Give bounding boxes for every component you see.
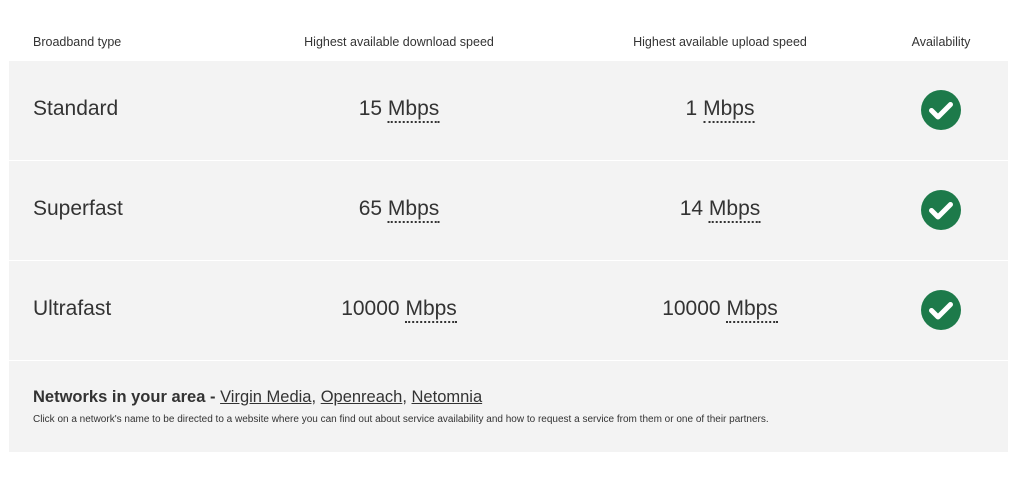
download-value: 10000 — [341, 297, 400, 320]
table-row-superfast: Superfast 65 Mbps 14 Mbps — [9, 161, 1008, 261]
network-link-virgin-media[interactable]: Virgin Media — [220, 388, 311, 406]
unit-abbreviation[interactable]: Mbps — [708, 197, 761, 223]
table-row-standard: Standard 15 Mbps 1 Mbps — [9, 61, 1008, 161]
networks-line: Networks in your area - Virgin Media, Op… — [33, 388, 482, 407]
table-header: Broadband type Highest available downloa… — [9, 0, 1008, 61]
networks-note: Click on a network's name to be directed… — [33, 414, 769, 425]
download-value: 65 — [358, 197, 383, 220]
broadband-availability-panel: Broadband type Highest available downloa… — [9, 0, 1008, 452]
download-speed: 15 Mbps — [358, 97, 440, 123]
unit-abbreviation[interactable]: Mbps — [405, 297, 457, 323]
download-speed: 65 Mbps — [358, 197, 440, 223]
upload-speed: 1 Mbps — [685, 97, 755, 123]
header-upload-speed: Highest available upload speed — [633, 35, 807, 49]
upload-value: 14 — [679, 197, 704, 220]
unit-abbreviation[interactable]: Mbps — [703, 97, 755, 123]
check-circle-icon — [921, 290, 961, 330]
unit-abbreviation[interactable]: Mbps — [387, 97, 440, 123]
broadband-type-label: Standard — [33, 97, 119, 120]
upload-value: 10000 — [662, 297, 721, 320]
check-circle-icon — [921, 90, 961, 130]
upload-speed: 10000 Mbps — [662, 297, 778, 323]
table-row-ultrafast: Ultrafast 10000 Mbps 10000 Mbps — [9, 261, 1008, 361]
unit-abbreviation[interactable]: Mbps — [726, 297, 778, 323]
download-value: 15 — [358, 97, 383, 120]
header-broadband-type: Broadband type — [33, 35, 122, 49]
header-availability: Availability — [911, 35, 971, 49]
header-download-speed: Highest available download speed — [304, 35, 494, 49]
network-link-netomnia[interactable]: Netomnia — [412, 388, 483, 406]
network-separator: , — [311, 388, 317, 406]
network-separator: , — [402, 388, 407, 406]
upload-speed: 14 Mbps — [679, 197, 761, 223]
check-circle-icon — [921, 190, 961, 230]
broadband-type-label: Ultrafast — [33, 297, 112, 320]
networks-title: Networks in your area - — [33, 388, 216, 406]
upload-value: 1 — [685, 97, 698, 120]
broadband-type-label: Superfast — [33, 197, 123, 220]
unit-abbreviation[interactable]: Mbps — [387, 197, 440, 223]
networks-panel: Networks in your area - Virgin Media, Op… — [9, 361, 1008, 452]
network-link-openreach[interactable]: Openreach — [321, 388, 403, 406]
download-speed: 10000 Mbps — [341, 297, 457, 323]
